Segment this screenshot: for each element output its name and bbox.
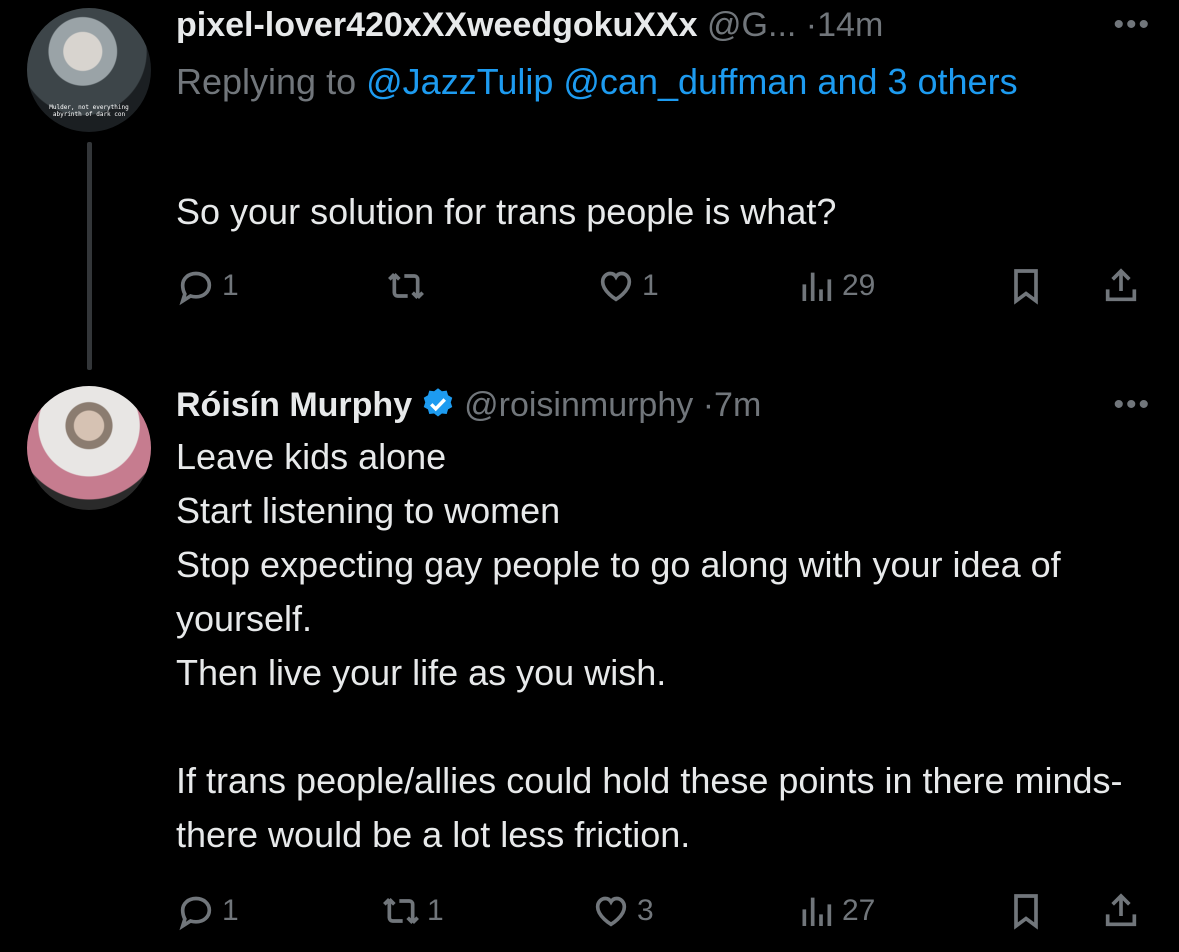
more-icon[interactable]: ••• xyxy=(1113,0,1151,50)
retweet-count: 1 xyxy=(427,894,444,927)
heart-icon xyxy=(595,896,627,927)
tweet-text: Leave kids alone Start listening to wome… xyxy=(176,436,1123,855)
replying-prefix: Replying to xyxy=(176,61,357,102)
retweet-icon xyxy=(388,273,424,299)
bookmark-button[interactable] xyxy=(1006,266,1046,306)
views-button[interactable]: 27 xyxy=(796,891,875,931)
views-icon xyxy=(802,272,832,301)
reply-count: 1 xyxy=(222,894,239,927)
author-name[interactable]: pixel-lover420xXXweedgokuXXx xyxy=(176,6,698,44)
tweet-header: pixel-lover420xXXweedgokuXXx @G... ·14m … xyxy=(176,0,1151,50)
separator-dot: · xyxy=(702,386,715,424)
author-handle[interactable]: @G... xyxy=(707,6,796,44)
views-count: 29 xyxy=(842,269,876,302)
action-bar: 1 1 29 xyxy=(176,266,1151,306)
like-button[interactable]: 1 xyxy=(596,266,659,306)
avatar[interactable]: Mulder, not everything abyrinth of dark … xyxy=(27,8,151,132)
reply-icon xyxy=(179,896,212,931)
retweet-button[interactable]: 1 xyxy=(381,891,444,931)
share-icon xyxy=(1105,268,1137,302)
views-button[interactable]: 29 xyxy=(796,266,875,306)
reply-button[interactable]: 1 xyxy=(176,891,239,931)
like-count: 3 xyxy=(637,894,654,927)
retweet-icon xyxy=(383,898,419,924)
share-icon xyxy=(1105,893,1137,927)
more-icon[interactable]: ••• xyxy=(1113,380,1151,430)
action-bar: 1 1 3 27 xyxy=(176,891,1151,931)
timestamp[interactable]: 14m xyxy=(817,6,883,44)
verified-badge-icon xyxy=(423,388,453,417)
like-button[interactable]: 3 xyxy=(591,891,654,931)
tweet-1[interactable]: Mulder, not everything abyrinth of dark … xyxy=(0,0,1179,370)
heart-icon xyxy=(600,271,632,302)
replying-to: Replying to @JazzTulip @can_duffman and … xyxy=(176,52,1076,112)
tweet-header: Róisín Murphy @roisinmurphy ·7m ••• xyxy=(176,380,1151,430)
reply-icon xyxy=(179,271,212,306)
views-count: 27 xyxy=(842,894,876,927)
avatar[interactable] xyxy=(27,386,151,510)
reply-button[interactable]: 1 xyxy=(176,266,239,306)
thread-line xyxy=(87,142,92,370)
like-count: 1 xyxy=(642,269,659,302)
bookmark-button[interactable] xyxy=(1006,891,1046,931)
tweet-2[interactable]: Róisín Murphy @roisinmurphy ·7m ••• Leave… xyxy=(0,370,1179,952)
author-handle[interactable]: @roisinmurphy xyxy=(464,386,693,424)
reply-count: 1 xyxy=(222,269,239,302)
views-icon xyxy=(802,897,832,926)
replying-mentions[interactable]: @JazzTulip @can_duffman and 3 others xyxy=(366,61,1017,102)
tweet-text: So your solution for trans people is wha… xyxy=(176,191,837,232)
share-button[interactable] xyxy=(1101,891,1141,931)
separator-dot: · xyxy=(805,6,818,44)
retweet-button[interactable] xyxy=(386,266,432,306)
bookmark-icon xyxy=(1014,269,1038,305)
timestamp[interactable]: 7m xyxy=(714,386,761,424)
share-button[interactable] xyxy=(1101,266,1141,306)
avatar-caption: Mulder, not everything abyrinth of dark … xyxy=(49,104,129,118)
author-name[interactable]: Róisín Murphy xyxy=(176,386,412,424)
bookmark-icon xyxy=(1014,894,1038,930)
